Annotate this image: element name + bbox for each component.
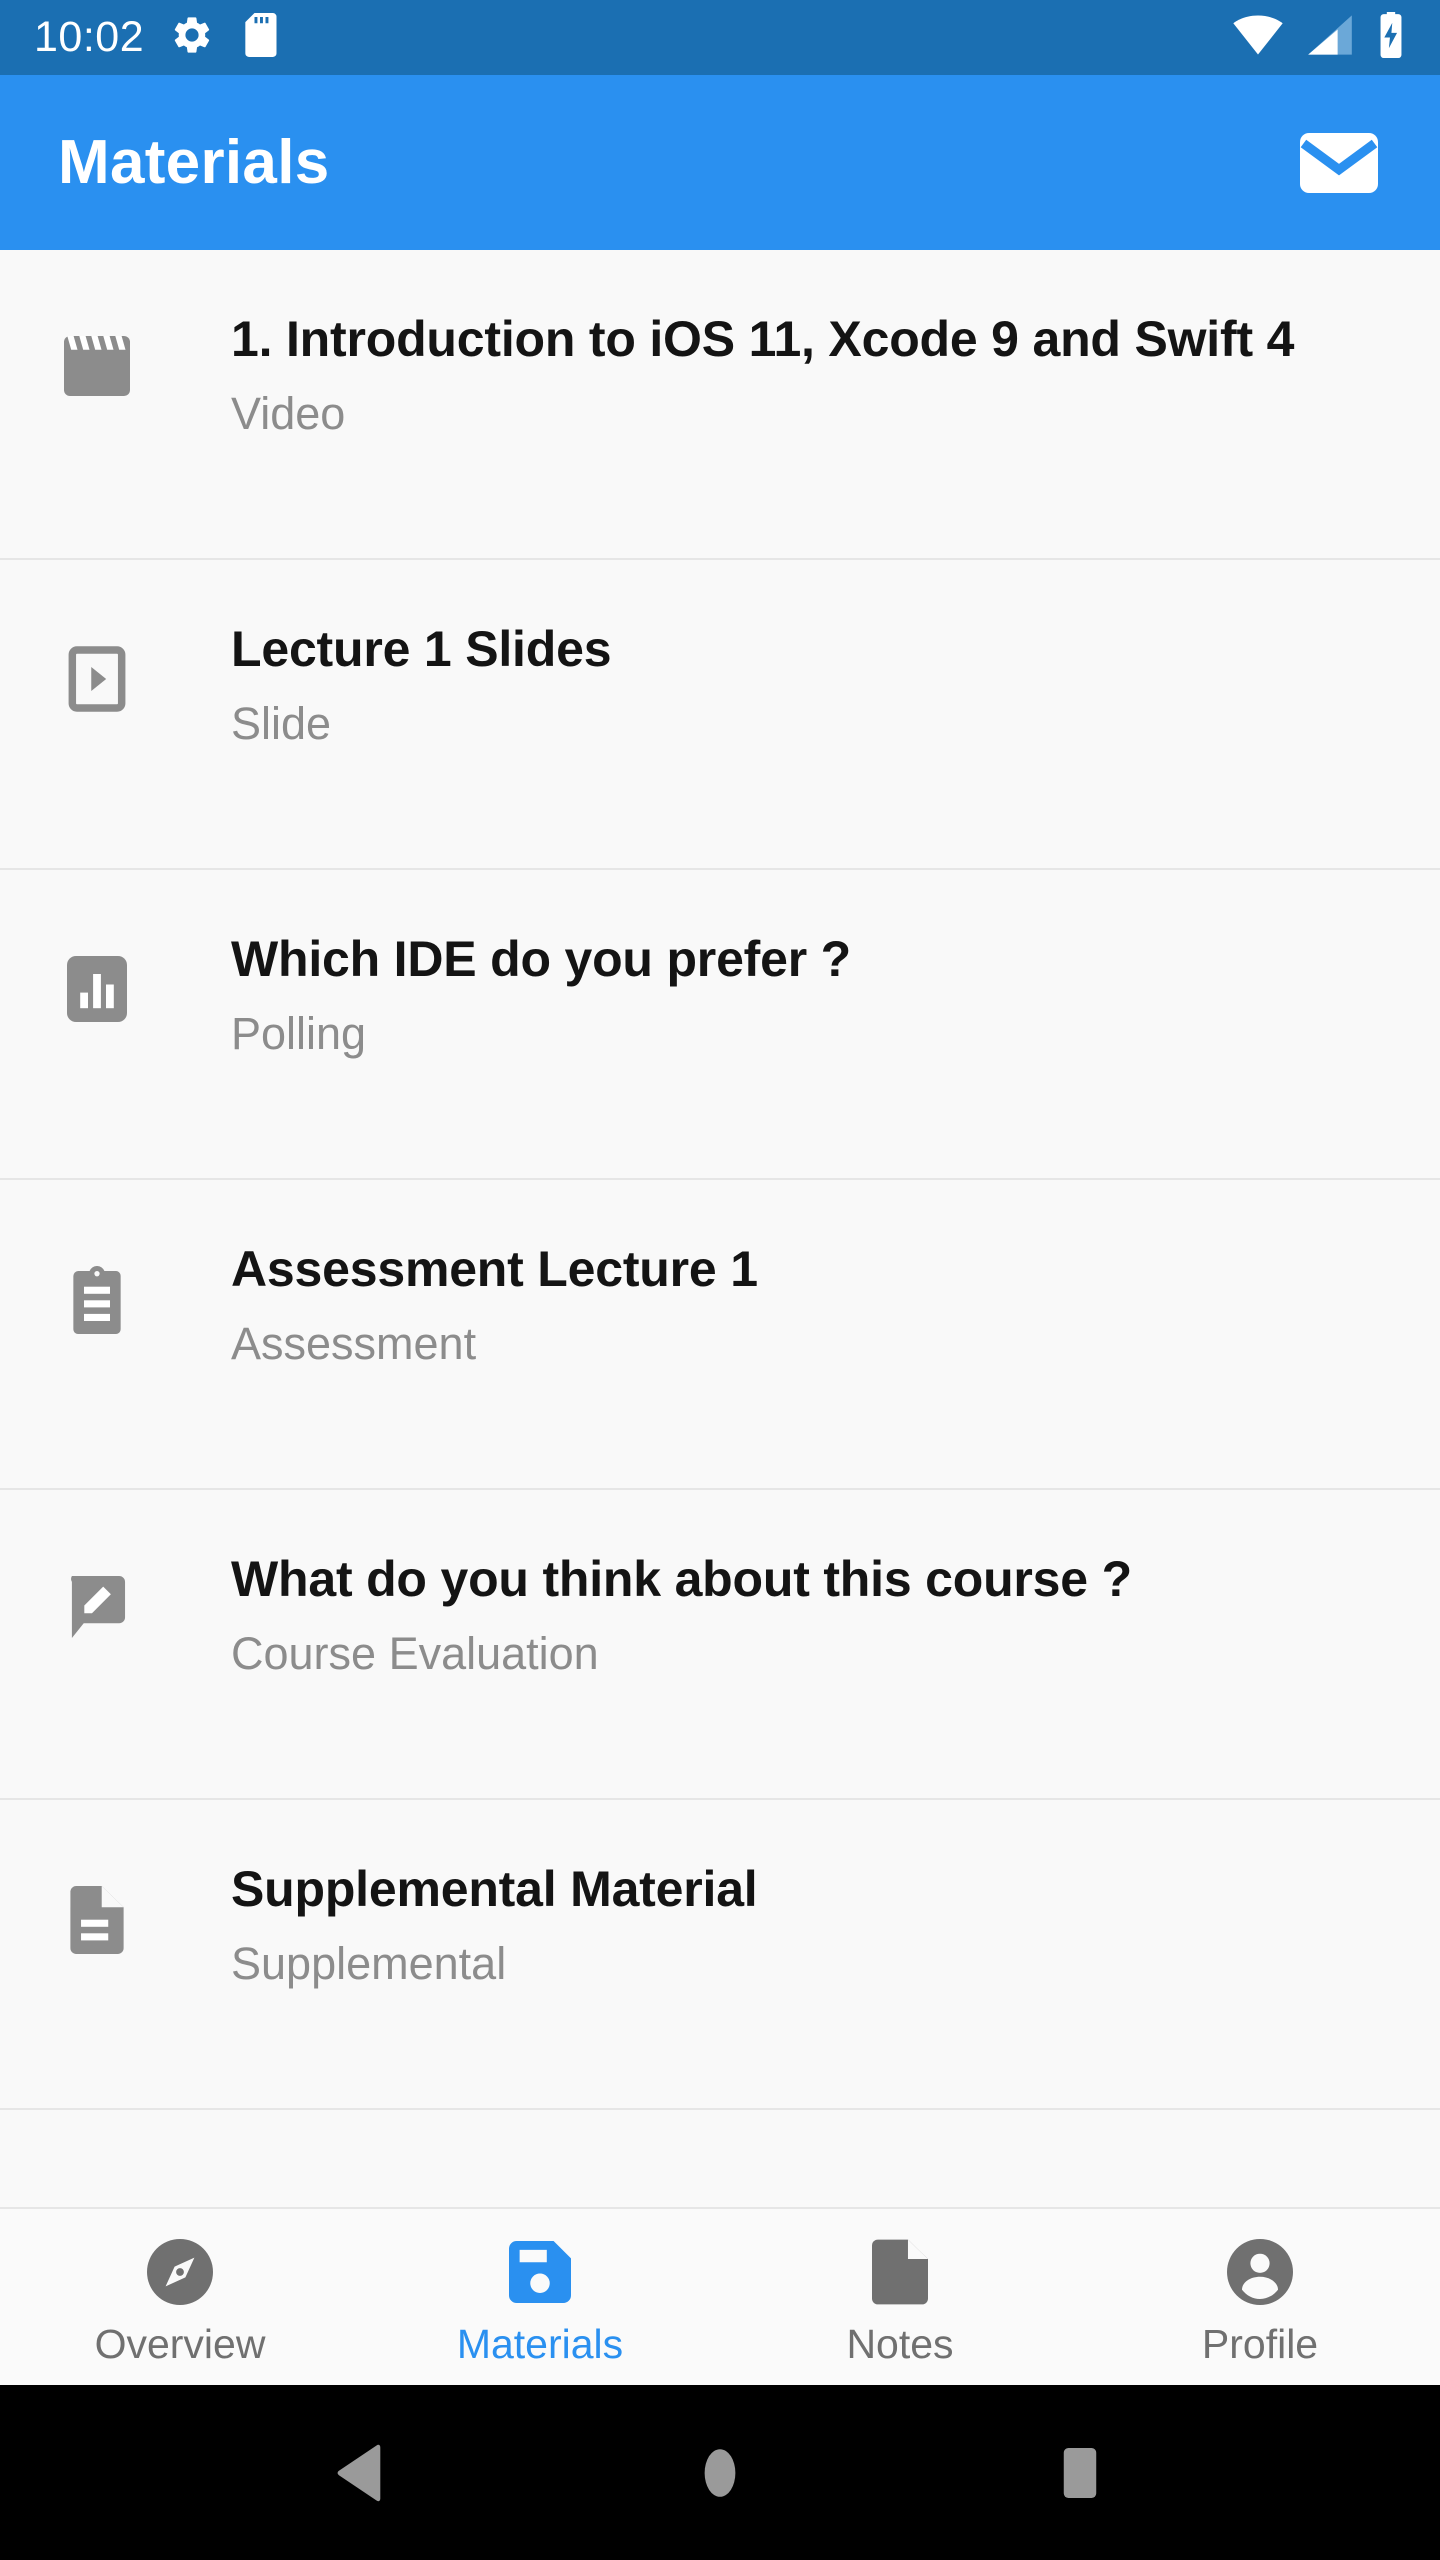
page-title: Materials xyxy=(58,127,330,197)
list-item-title: Assessment Lecture 1 xyxy=(231,1241,758,1297)
app-bar-actions xyxy=(1293,117,1385,209)
nav-item-overview[interactable]: Overview xyxy=(0,2209,360,2385)
status-bar-right xyxy=(1232,12,1406,63)
slideshow-play-icon xyxy=(58,616,136,712)
list-item-subtitle: Supplemental xyxy=(231,1938,507,1989)
back-triangle-icon[interactable] xyxy=(295,2408,425,2538)
nav-label: Materials xyxy=(456,2320,624,2367)
save-floppy-disk-icon xyxy=(509,2236,571,2308)
sd-card-icon xyxy=(240,13,280,62)
cellular-signal-icon xyxy=(1306,13,1354,62)
list-item-subtitle: Video xyxy=(231,388,346,439)
nav-label: Profile xyxy=(1201,2320,1319,2367)
list-item-text: Supplemental Material Supplemental xyxy=(231,1856,1400,1991)
list-item-title: Which IDE do you prefer ? xyxy=(231,931,852,987)
clipboard-assignment-icon xyxy=(58,1236,136,1334)
note-document-icon xyxy=(872,2236,928,2308)
list-item-title: Supplemental Material xyxy=(231,1861,758,1917)
status-bar-clock: 10:02 xyxy=(34,13,145,61)
document-file-icon xyxy=(58,1856,136,1954)
list-item[interactable]: Which IDE do you prefer ? Polling xyxy=(0,870,1440,1180)
materials-list: 1. Introduction to iOS 11, Xcode 9 and S… xyxy=(0,250,1440,2207)
nav-item-notes[interactable]: Notes xyxy=(720,2209,1080,2385)
rate-review-icon xyxy=(58,1546,136,1638)
list-item-title: 1. Introduction to iOS 11, Xcode 9 and S… xyxy=(231,311,1295,367)
list-item[interactable]: Lecture 1 Slides Slide xyxy=(0,560,1440,870)
list-item-text: Assessment Lecture 1 Assessment xyxy=(231,1236,1400,1371)
list-item-text: Which IDE do you prefer ? Polling xyxy=(231,926,1400,1061)
list-item-text: Lecture 1 Slides Slide xyxy=(231,616,1400,751)
list-item[interactable]: What do you think about this course ? Co… xyxy=(0,1490,1440,1800)
list-item[interactable]: 1. Introduction to iOS 11, Xcode 9 and S… xyxy=(0,250,1440,560)
recents-square-icon[interactable] xyxy=(1015,2408,1145,2538)
movie-clapperboard-icon xyxy=(58,306,136,396)
list-item-title: Lecture 1 Slides xyxy=(231,621,612,677)
home-circle-icon[interactable] xyxy=(655,2408,785,2538)
nav-item-materials[interactable]: Materials xyxy=(360,2209,720,2385)
list-item[interactable]: Assessment Lecture 1 Assessment xyxy=(0,1180,1440,1490)
wifi-icon xyxy=(1232,13,1284,62)
list-item-subtitle: Polling xyxy=(231,1008,367,1059)
android-system-navigation xyxy=(0,2385,1440,2560)
list-item-text: What do you think about this course ? Co… xyxy=(231,1546,1400,1681)
bar-chart-poll-icon xyxy=(58,926,136,1022)
list-item-title: What do you think about this course ? xyxy=(231,1551,1132,1607)
compass-explore-icon xyxy=(147,2236,213,2308)
list-item-subtitle: Course Evaluation xyxy=(231,1628,599,1679)
list-item-text: 1. Introduction to iOS 11, Xcode 9 and S… xyxy=(231,306,1400,441)
status-bar-left: 10:02 xyxy=(34,13,280,62)
status-bar: 10:02 xyxy=(0,0,1440,75)
battery-charging-icon xyxy=(1376,12,1406,63)
bottom-navigation: Overview Materials Notes Profile xyxy=(0,2207,1440,2385)
phone-screen: 10:02 Materials 1. Introduction to iOS 1… xyxy=(0,0,1440,2560)
mail-envelope-icon[interactable] xyxy=(1293,117,1385,209)
list-item-subtitle: Slide xyxy=(231,698,332,749)
settings-gear-icon xyxy=(170,13,214,62)
account-circle-icon xyxy=(1227,2236,1293,2308)
list-item[interactable]: Supplemental Material Supplemental xyxy=(0,1800,1440,2110)
nav-item-profile[interactable]: Profile xyxy=(1080,2209,1440,2385)
list-item-subtitle: Assessment xyxy=(231,1318,477,1369)
app-bar: Materials xyxy=(0,75,1440,250)
nav-label: Overview xyxy=(94,2320,266,2367)
nav-label: Notes xyxy=(846,2320,954,2367)
